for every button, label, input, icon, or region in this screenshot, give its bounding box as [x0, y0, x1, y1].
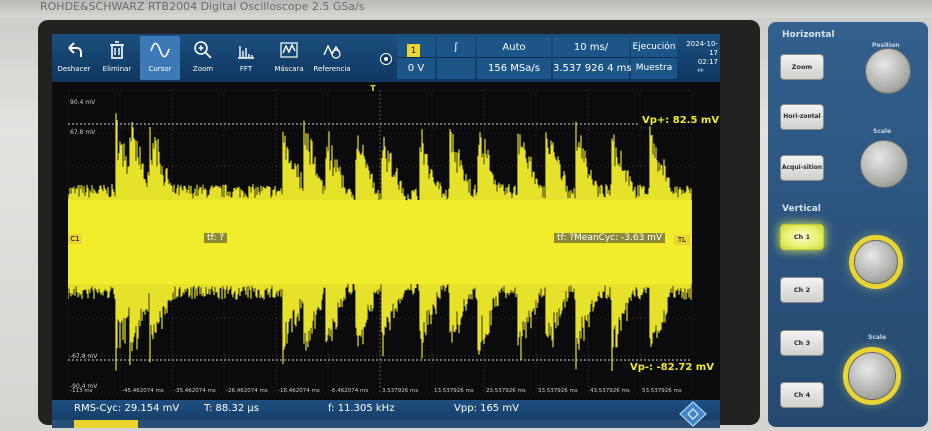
toolbar: Deshacer Eliminar Cursor Zoom FFT Máscar… — [52, 34, 720, 82]
channel-1-button[interactable]: Ch 1 — [780, 224, 824, 250]
x-axis-label: 43.537926 ms — [590, 388, 630, 394]
fft-icon — [238, 46, 254, 59]
horizontal-hardware-button[interactable]: Hori-zontal — [780, 104, 824, 130]
acquisition-hardware-button[interactable]: Acqui-sition — [780, 155, 824, 181]
trigger-mode: Auto — [477, 37, 551, 58]
reference-icon — [323, 44, 341, 59]
vpp-readout[interactable]: Vpp: 165 mV — [454, 403, 519, 414]
control-panel: Horizontal Zoom Hori-zontal Acqui-sition… — [768, 22, 928, 427]
cursor-vp-plus-label: Vp+: 82.5 mV — [640, 115, 720, 126]
fft-button[interactable]: FFT — [226, 36, 266, 80]
measurement-readout-bar: RMS-Cyc: 29.154 mV T: 88.32 µs f: 11.305… — [52, 400, 720, 420]
trigger-slope-cell[interactable]: ʃ — [437, 37, 475, 79]
apps-menu-icon[interactable] — [678, 400, 708, 428]
reference-label: Referencia — [313, 65, 351, 73]
x-axis-label: 3.537926 ms — [382, 388, 418, 394]
date-time: 2024-10-17 02:17 — [678, 40, 718, 67]
time-text: 02:17 — [697, 58, 718, 66]
vertical-title: Vertical — [782, 204, 821, 214]
sample-rate: 156 MSa/s — [488, 63, 540, 74]
date-text: 2024-10-17 — [686, 40, 718, 57]
timebase-cell[interactable]: 10 ms/ 3.537 926 4 ms — [553, 37, 632, 79]
channel-2-button[interactable]: Ch 2 — [780, 277, 824, 303]
zoom-icon — [194, 41, 212, 59]
trash-icon — [110, 41, 124, 59]
time-position: 3.537 926 4 ms — [553, 63, 632, 74]
trigger-level: 0 V — [407, 63, 425, 74]
oscilloscope-screen: Deshacer Eliminar Cursor Zoom FFT Máscar… — [52, 34, 720, 428]
frequency-readout[interactable]: f: 11.305 kHz — [328, 403, 394, 414]
x-axis-label: -113 ms — [70, 388, 93, 394]
channel-3-button[interactable]: Ch 3 — [780, 330, 824, 356]
x-axis-label: -6.462074 ms — [330, 388, 368, 394]
channel-1-marker[interactable]: C1 — [68, 234, 82, 244]
zoom-hardware-button[interactable]: Zoom — [780, 54, 824, 80]
undo-button[interactable]: Deshacer — [54, 36, 94, 80]
x-axis-label: -16.462074 ms — [278, 388, 320, 394]
channel-1-tab[interactable] — [74, 420, 138, 428]
x-axis-label: 53.537926 ms — [642, 388, 682, 394]
waveform-plot[interactable]: 90.4 mV 67.8 mV -67.8 mV -90.4 mV -113 ms -45… — [68, 84, 720, 394]
period-readout[interactable]: T: 88.32 µs — [204, 403, 259, 414]
horizontal-scale-label: Scale — [873, 128, 892, 135]
menu-dot-icon[interactable] — [381, 54, 391, 64]
mask-button[interactable]: Máscara — [269, 36, 309, 80]
y-axis-label: 67.8 mV — [70, 129, 96, 136]
zoom-label: Zoom — [192, 65, 214, 73]
channel-4-button[interactable]: Ch 4 — [780, 382, 824, 408]
tf-left-label: tf: ? — [204, 233, 228, 243]
vertical-position-knob[interactable] — [854, 240, 898, 284]
cursor-label: Cursor — [148, 65, 172, 73]
trigger-position-marker[interactable]: T — [368, 84, 378, 96]
zoom-tool-button[interactable]: Zoom — [183, 36, 223, 80]
x-axis-label: -26.462074 ms — [226, 388, 268, 394]
tf-mean-label: tf: ?MeanCyc: -3.63 mV — [554, 233, 666, 243]
horizontal-scale-knob[interactable] — [860, 140, 908, 188]
run-state: Ejecución — [631, 37, 677, 58]
horizontal-position-knob[interactable] — [865, 48, 911, 94]
undo-label: Deshacer — [57, 65, 91, 73]
horizontal-title: Horizontal — [782, 30, 835, 40]
instrument-header-strip: ROHDE&SCHWARZ RTB2004 Digital Oscillosco… — [0, 0, 932, 18]
rms-readout[interactable]: RMS-Cyc: 29.154 mV — [74, 403, 179, 414]
x-axis-label: 33.537926 ms — [538, 388, 578, 394]
vertical-scale-label: Scale — [868, 334, 887, 341]
trigger-mode-cell[interactable]: Auto 156 MSa/s — [477, 37, 551, 79]
vertical-scale-knob[interactable] — [848, 352, 896, 400]
time-scale: 10 ms/ — [553, 37, 629, 58]
y-axis-label: -67.8 mV — [70, 353, 98, 360]
mask-label: Máscara — [274, 65, 304, 73]
undo-icon — [68, 42, 82, 57]
bottom-channel-bar — [52, 420, 720, 428]
delete-label: Eliminar — [102, 65, 132, 73]
mask-icon — [280, 42, 298, 58]
cursor-wave-icon — [150, 42, 170, 58]
acquisition-cell[interactable]: Ejecución Muestra — [631, 37, 677, 79]
cursor-vp-minus-label: Vp-: -82.72 mV — [628, 362, 716, 373]
x-axis-label: 13.537926 ms — [434, 388, 474, 394]
acquisition-mode: Muestra — [635, 63, 673, 73]
fft-label: FFT — [239, 65, 253, 73]
x-axis-label: -35.462074 ms — [174, 388, 216, 394]
x-axis-label: 23.537926 ms — [486, 388, 526, 394]
reference-button[interactable]: Referencia — [312, 36, 352, 80]
trigger-source-badge: 1 — [407, 44, 420, 57]
y-axis-label: 90.4 mV — [70, 99, 96, 106]
trigger-level-marker[interactable]: TL — [674, 235, 690, 245]
delete-button[interactable]: Eliminar — [97, 36, 137, 80]
x-axis-label: -45.462074 ms — [122, 388, 164, 394]
usb-icon: ⇷ — [697, 66, 705, 76]
trigger-slope: ʃ — [437, 37, 475, 58]
cursor-button[interactable]: Cursor — [140, 36, 180, 80]
